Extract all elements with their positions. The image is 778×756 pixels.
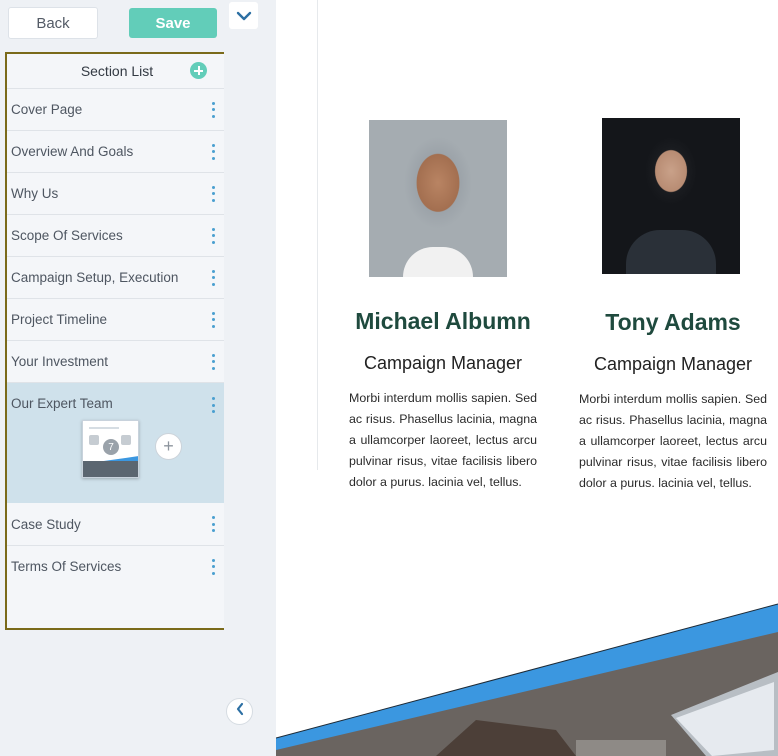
section-item-label: Cover Page bbox=[11, 102, 83, 117]
section-item-your-investment[interactable]: Your Investment bbox=[7, 340, 227, 382]
section-item-terms-of-services[interactable]: Terms Of Services bbox=[7, 545, 227, 587]
kebab-menu-icon[interactable] bbox=[211, 227, 215, 244]
page-margin-line bbox=[317, 0, 318, 470]
team-member-name: Michael Albumn bbox=[355, 308, 531, 334]
section-item-label: Overview And Goals bbox=[11, 144, 134, 159]
sidebar: Back Save Section List Cover Page Overvi… bbox=[0, 0, 229, 756]
thumbnail-count-badge: 7 bbox=[103, 439, 119, 455]
kebab-menu-icon[interactable] bbox=[211, 353, 215, 370]
section-item-scope-of-services[interactable]: Scope Of Services bbox=[7, 214, 227, 256]
section-item-label: Case Study bbox=[11, 516, 81, 532]
team-member-photo bbox=[602, 118, 740, 274]
section-item-our-expert-team[interactable]: Our Expert Team 7 + bbox=[7, 382, 227, 503]
kebab-menu-icon[interactable] bbox=[211, 397, 215, 413]
kebab-menu-icon[interactable] bbox=[211, 269, 215, 286]
section-item-why-us[interactable]: Why Us bbox=[7, 172, 227, 214]
kebab-menu-icon[interactable] bbox=[211, 101, 215, 118]
back-button[interactable]: Back bbox=[8, 7, 98, 39]
team-member-bio: Morbi interdum mollis sapien. Sed ac ris… bbox=[579, 392, 767, 490]
section-list-title: Section List bbox=[80, 63, 154, 79]
add-section-icon[interactable] bbox=[190, 62, 207, 79]
chevron-left-icon bbox=[235, 702, 245, 721]
editor-gutter bbox=[224, 0, 276, 756]
kebab-menu-icon[interactable] bbox=[211, 143, 215, 160]
section-item-label: Your Investment bbox=[11, 354, 109, 369]
collapse-sidebar-button[interactable] bbox=[226, 698, 253, 725]
team-member-photo bbox=[369, 120, 507, 277]
team-member-role: Campaign Manager bbox=[363, 353, 523, 373]
section-item-overview-and-goals[interactable]: Overview And Goals bbox=[7, 130, 227, 172]
kebab-menu-icon[interactable] bbox=[211, 185, 215, 202]
section-item-label: Our Expert Team bbox=[11, 396, 113, 411]
footer-decoration bbox=[276, 603, 778, 756]
section-item-label: Project Timeline bbox=[11, 312, 108, 327]
section-item-campaign-setup[interactable]: Campaign Setup, Execution bbox=[7, 256, 227, 298]
kebab-menu-icon[interactable] bbox=[211, 311, 215, 328]
chevron-down-icon[interactable] bbox=[229, 2, 258, 29]
add-block-button[interactable]: + bbox=[155, 433, 182, 460]
section-item-label: Why Us bbox=[11, 186, 59, 201]
section-item-label: Terms Of Services bbox=[11, 559, 122, 574]
team-member-name: Tony Adams bbox=[605, 309, 741, 335]
section-list-header: Section List bbox=[7, 54, 227, 88]
section-thumbnail[interactable]: 7 bbox=[82, 420, 139, 478]
kebab-menu-icon[interactable] bbox=[211, 558, 215, 575]
section-item-label: Campaign Setup, Execution bbox=[11, 270, 179, 285]
save-button[interactable]: Save bbox=[129, 8, 217, 38]
section-item-case-study[interactable]: Case Study bbox=[7, 503, 227, 545]
section-item-cover-page[interactable]: Cover Page bbox=[7, 88, 227, 130]
team-member-role: Campaign Manager bbox=[593, 354, 753, 374]
document-page: Michael Albumn Campaign Manager Morbi in… bbox=[276, 0, 778, 756]
kebab-menu-icon[interactable] bbox=[211, 516, 215, 532]
section-item-label: Scope Of Services bbox=[11, 228, 123, 243]
section-list-panel: Section List Cover Page Overview And Goa… bbox=[5, 52, 229, 630]
team-member-bio: Morbi interdum mollis sapien. Sed ac ris… bbox=[349, 391, 537, 489]
section-item-project-timeline[interactable]: Project Timeline bbox=[7, 298, 227, 340]
